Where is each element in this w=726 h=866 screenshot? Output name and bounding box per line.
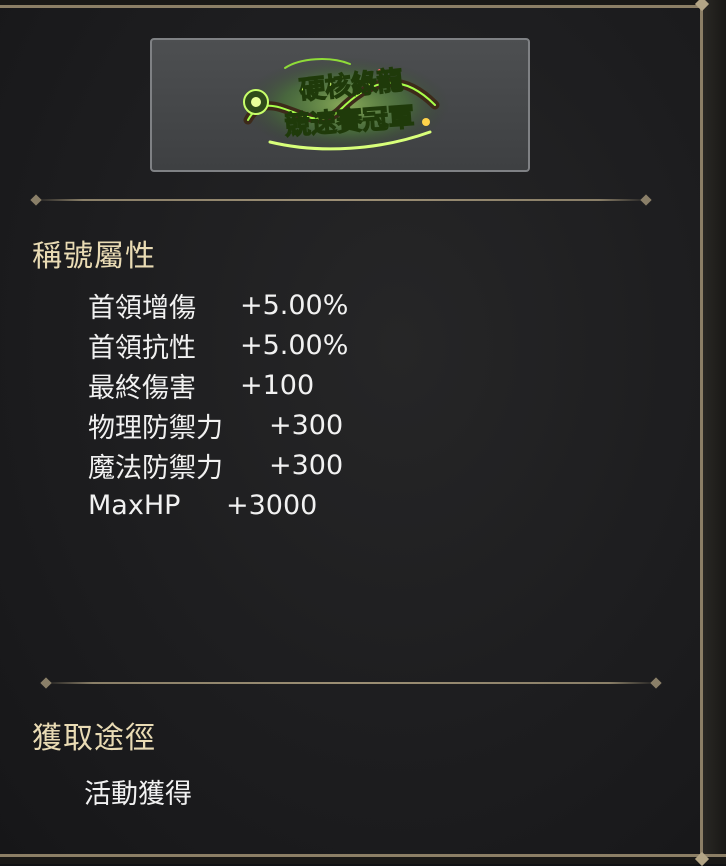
stat-value: +3000 bbox=[226, 489, 318, 521]
frame-top-border bbox=[0, 0, 726, 8]
stat-value: +5.00% bbox=[240, 329, 349, 361]
attributes-heading: 稱號屬性 bbox=[32, 239, 156, 274]
acquisition-method: 活動獲得 bbox=[84, 779, 192, 810]
frame-bottom-border bbox=[0, 854, 726, 864]
stat-row: 首領抗性 +5.00% bbox=[88, 325, 348, 365]
stat-row: MaxHP +3000 bbox=[88, 485, 317, 525]
stat-name: 首領抗性 bbox=[88, 332, 196, 364]
frame-right-border bbox=[700, 0, 726, 864]
stat-row: 魔法防禦力 +300 bbox=[88, 445, 343, 485]
stat-name: 魔法防禦力 bbox=[88, 452, 223, 484]
title-emblem-logo: 硬核綠龍 競速賽冠軍 bbox=[240, 57, 450, 153]
stat-name: 首領增傷 bbox=[88, 292, 196, 324]
stat-name: 最終傷害 bbox=[88, 372, 196, 404]
stat-value: +100 bbox=[240, 369, 315, 401]
title-info-panel: 硬核綠龍 競速賽冠軍 稱號屬性 首領增傷 +5.00% 首領抗性 +5.00% … bbox=[0, 0, 726, 866]
acquisition-heading: 獲取途徑 bbox=[32, 721, 156, 756]
stat-value: +300 bbox=[269, 409, 344, 441]
stat-name: 物理防禦力 bbox=[88, 412, 223, 444]
stat-name: MaxHP bbox=[88, 489, 181, 521]
stat-value: +5.00% bbox=[240, 289, 349, 321]
stat-row: 物理防禦力 +300 bbox=[88, 405, 343, 445]
stat-value: +300 bbox=[269, 449, 344, 481]
title-emblem-card: 硬核綠龍 競速賽冠軍 bbox=[150, 38, 530, 172]
section-divider bbox=[34, 199, 648, 201]
stat-row: 首領增傷 +5.00% bbox=[88, 285, 348, 325]
stat-row: 最終傷害 +100 bbox=[88, 365, 314, 405]
section-divider bbox=[44, 682, 658, 684]
